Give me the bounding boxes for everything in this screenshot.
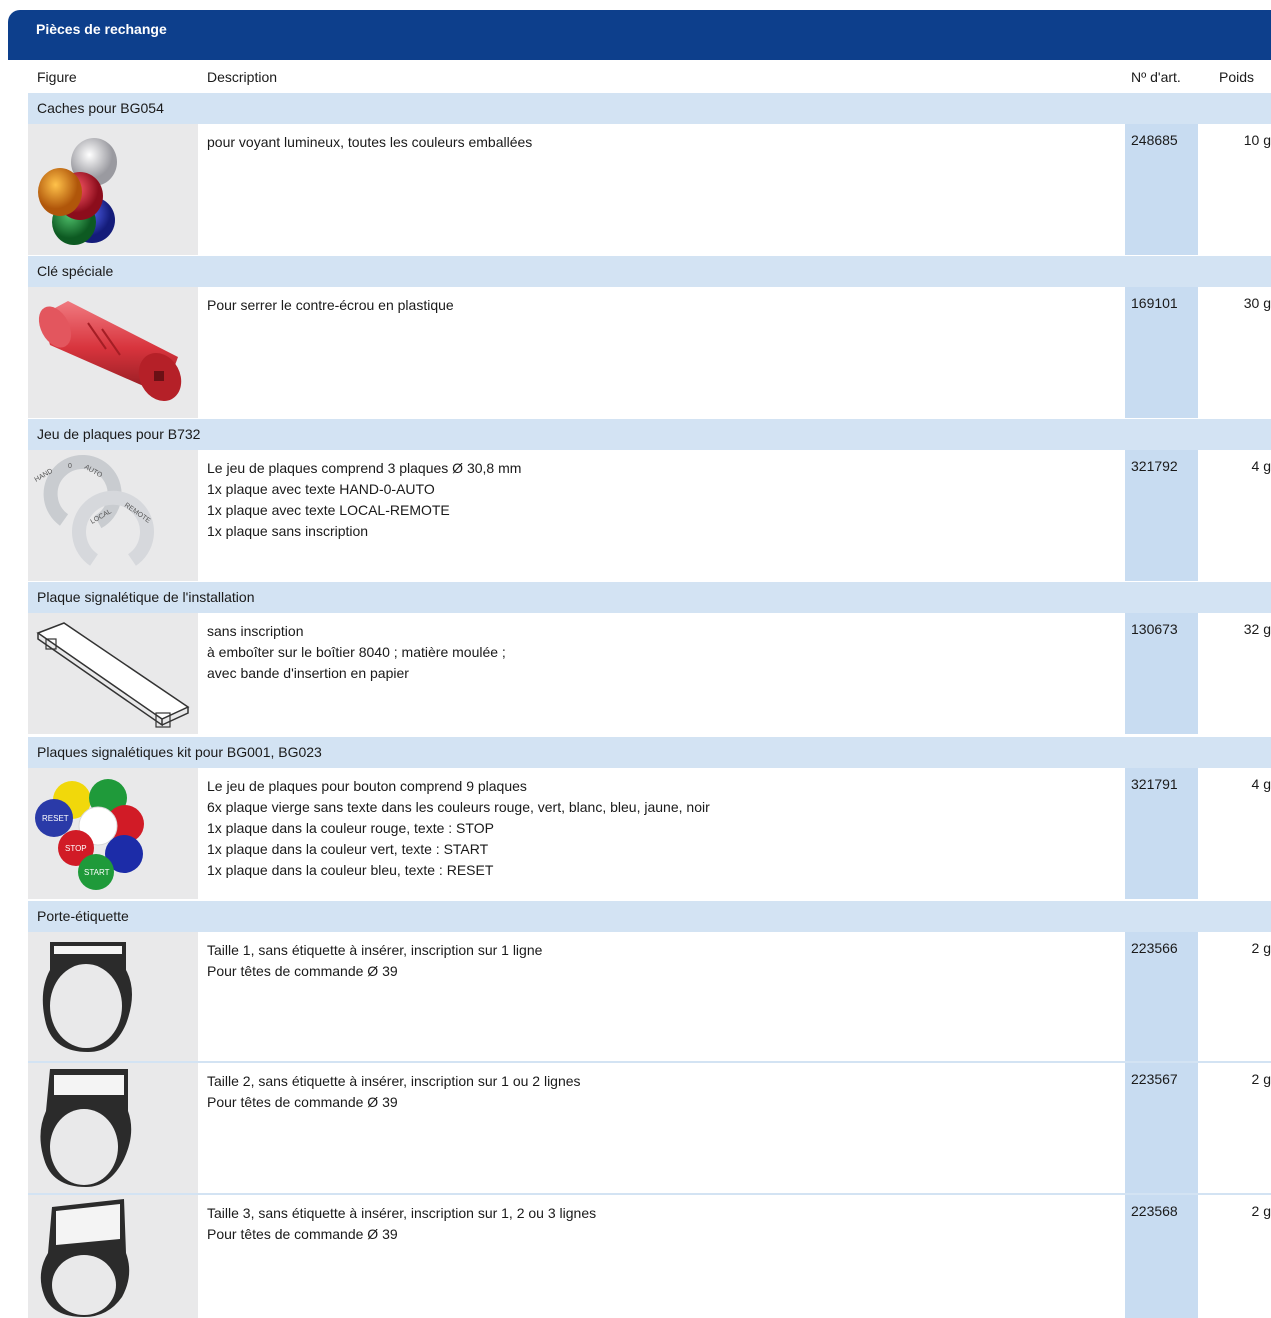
page-title-bar: Pièces de rechange xyxy=(8,10,1271,60)
table-row: Taille 3, sans étiquette à insérer, insc… xyxy=(28,1195,1271,1318)
section-header-plaques-kit: Plaques signalétiques kit pour BG001, BG… xyxy=(28,737,1271,768)
article-number-cell: 223566 xyxy=(1125,932,1198,1063)
article-number: 223566 xyxy=(1131,940,1178,956)
description-cell: pour voyant lumineux, toutes les couleur… xyxy=(207,134,533,150)
section-title: Caches pour BG054 xyxy=(37,100,164,116)
nameplate-icon xyxy=(36,622,190,728)
label-holder-icon xyxy=(40,1069,132,1187)
weight-cell: 32 g xyxy=(1243,621,1271,637)
start-button-label: START xyxy=(84,868,110,877)
figure-cell: HAND 0 AUTO LOCAL REMOTE xyxy=(28,450,198,581)
lens-caps-icon xyxy=(38,138,117,245)
figure-cell: RESET STOP START xyxy=(28,768,198,899)
stop-button-label: STOP xyxy=(65,844,87,853)
plate-zero-label: 0 xyxy=(68,463,72,470)
article-number-cell: 223567 xyxy=(1125,1063,1198,1195)
figure-cell xyxy=(28,287,198,418)
article-number: 321791 xyxy=(1131,776,1178,792)
section-title: Plaques signalétiques kit pour BG001, BG… xyxy=(37,744,322,760)
table-row: sans inscription à emboîter sur le boîti… xyxy=(28,613,1271,734)
section-header-cle: Clé spéciale xyxy=(28,256,1271,287)
table-row: Pour serrer le contre-écrou en plastique… xyxy=(28,287,1271,418)
table-row: RESET STOP START Le jeu de plaques pour … xyxy=(28,768,1271,899)
table-row: HAND 0 AUTO LOCAL REMOTE Le jeu de plaqu… xyxy=(28,450,1271,581)
description-cell: Taille 2, sans étiquette à insérer, insc… xyxy=(207,1073,581,1110)
article-number-cell: 223568 xyxy=(1125,1195,1198,1318)
section-header-plaque-installation: Plaque signalétique de l'installation xyxy=(28,582,1271,613)
column-header-weight: Poids xyxy=(1219,69,1255,85)
column-header-figure: Figure xyxy=(37,69,77,85)
reset-button-label: RESET xyxy=(42,814,69,823)
description-cell: Taille 3, sans étiquette à insérer, insc… xyxy=(207,1205,597,1242)
table-row: Taille 2, sans étiquette à insérer, insc… xyxy=(28,1063,1271,1195)
figure-cell xyxy=(28,124,198,255)
table-row: Taille 1, sans étiquette à insérer, insc… xyxy=(28,932,1271,1063)
article-number: 130673 xyxy=(1131,621,1178,637)
section-title: Porte-étiquette xyxy=(37,908,129,924)
button-plates-icon: RESET STOP START xyxy=(35,779,144,890)
label-holder-icon xyxy=(40,1199,130,1317)
special-key-icon xyxy=(38,301,182,401)
weight-cell: 2 g xyxy=(1251,1203,1271,1219)
weight-cell: 10 g xyxy=(1243,132,1271,148)
page-title: Pièces de rechange xyxy=(36,21,167,37)
article-number-cell: 248685 xyxy=(1125,124,1198,255)
weight-cell: 2 g xyxy=(1251,940,1271,956)
plate-set-icon: HAND 0 AUTO LOCAL REMOTE xyxy=(34,455,154,566)
section-title: Clé spéciale xyxy=(37,263,114,279)
weight-cell: 4 g xyxy=(1251,776,1271,792)
description-cell: sans inscription à emboîter sur le boîti… xyxy=(207,623,506,681)
description-cell: Taille 1, sans étiquette à insérer, insc… xyxy=(207,942,543,979)
section-title: Jeu de plaques pour B732 xyxy=(37,426,201,442)
article-number-cell: 169101 xyxy=(1125,287,1198,418)
article-number: 223567 xyxy=(1131,1071,1178,1087)
section-header-caches: Caches pour BG054 xyxy=(28,93,1271,124)
article-number-cell: 321791 xyxy=(1125,768,1198,899)
article-number: 223568 xyxy=(1131,1203,1178,1219)
article-number-cell: 321792 xyxy=(1125,450,1198,581)
article-number: 321792 xyxy=(1131,458,1178,474)
figure-cell xyxy=(28,1195,198,1318)
figure-cell xyxy=(28,613,198,734)
weight-cell: 2 g xyxy=(1251,1071,1271,1087)
figure-cell xyxy=(28,1063,198,1195)
article-number: 169101 xyxy=(1131,295,1178,311)
section-title: Plaque signalétique de l'installation xyxy=(37,589,255,605)
description-cell: Le jeu de plaques pour bouton comprend 9… xyxy=(207,778,710,878)
label-holder-icon xyxy=(42,942,132,1052)
section-header-plaques-b732: Jeu de plaques pour B732 xyxy=(28,419,1271,450)
description-cell: Pour serrer le contre-écrou en plastique xyxy=(207,297,454,313)
article-number: 248685 xyxy=(1131,132,1178,148)
figure-cell xyxy=(28,932,198,1063)
weight-cell: 4 g xyxy=(1251,458,1271,474)
table-row: pour voyant lumineux, toutes les couleur… xyxy=(28,124,1271,255)
section-header-porte-etiquette: Porte-étiquette xyxy=(28,901,1271,932)
article-number-cell: 130673 xyxy=(1125,613,1198,734)
column-header-article: Nº d'art. xyxy=(1131,69,1181,85)
weight-cell: 30 g xyxy=(1243,295,1271,311)
column-header-description: Description xyxy=(207,69,278,85)
column-header-row: Figure Description Nº d'art. Poids xyxy=(0,62,1271,93)
description-cell: Le jeu de plaques comprend 3 plaques Ø 3… xyxy=(207,460,522,539)
